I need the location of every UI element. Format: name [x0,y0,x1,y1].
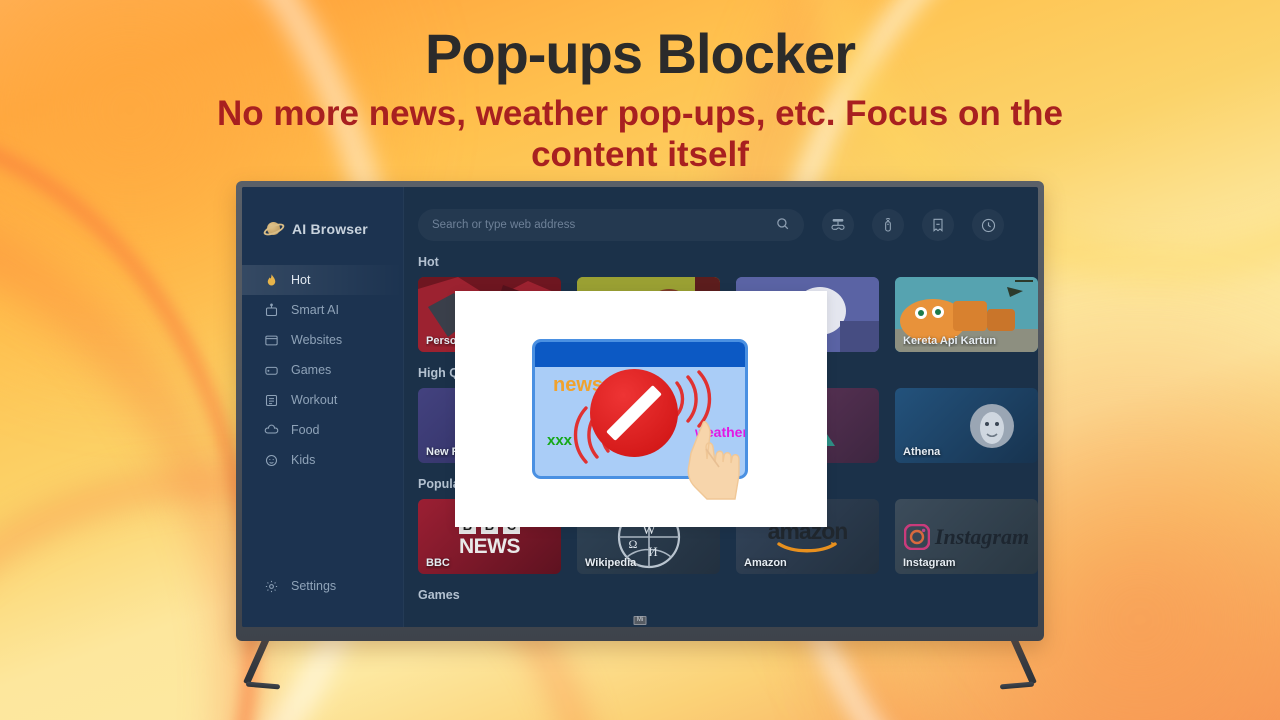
sidebar-item-settings[interactable]: Settings [242,571,403,601]
flame-icon [264,273,279,288]
popup-window-titlebar [535,342,745,367]
sidebar-item-label: Workout [291,392,338,407]
promo-banner: Pop-ups Blocker No more news, weather po… [0,0,1280,720]
sidebar-item-label: Food [291,422,320,437]
sidebar-item-label: Settings [291,578,337,593]
smiley-face-icon [264,453,279,468]
app-brand: AI Browser [242,215,403,243]
window-icon [264,333,279,348]
gear-icon [264,579,279,594]
section-title-hot: Hot [418,255,439,269]
page-subtitle: No more news, weather pop-ups, etc. Focu… [217,93,1063,175]
sidebar-item-label: Hot [291,272,311,287]
tv-leg-left [243,634,271,685]
tv-foot-left [245,681,281,690]
sidebar-item-hot[interactable]: Hot [242,265,403,295]
sidebar: AI Browser Hot Smart AI Websites Games W… [242,187,404,627]
sidebar-item-label: Websites [291,332,343,347]
tile[interactable]: Kereta Api Kartun [895,277,1038,352]
popup-word-xxx: xxx [547,432,573,449]
search-placeholder: Search or type web address [432,219,576,231]
history-clock-icon[interactable] [972,209,1004,241]
planet-icon [262,219,286,239]
tile[interactable]: Instagram Instagram [895,499,1038,574]
sidebar-item-smart-ai[interactable]: Smart AI [242,295,403,325]
tile-label: Kereta Api Kartun [903,335,997,347]
sidebar-item-games[interactable]: Games [242,355,403,385]
gamepad-icon [264,363,279,378]
browser-toolbar: Search or type web address [404,209,1038,241]
sidebar-item-label: Games [291,362,332,377]
pointing-hand-icon [681,419,745,501]
tile-label: BBC [426,557,450,569]
robot-icon [264,303,279,318]
bookmark-icon[interactable] [922,209,954,241]
app-brand-label: AI Browser [292,221,368,237]
sidebar-item-label: Smart AI [291,302,339,317]
sidebar-nav: Hot Smart AI Websites Games Workout Food… [242,265,403,475]
sidebar-item-kids[interactable]: Kids [242,445,403,475]
sidebar-item-food[interactable]: Food [242,415,403,445]
sidebar-footer: Settings [242,571,403,627]
tile-label: Amazon [744,557,787,569]
tile[interactable]: Athena [895,388,1038,463]
mi-brand-logo: Mi [633,616,647,625]
svg-text:Ω: Ω [628,537,637,551]
list-icon [264,393,279,408]
tile-label: Athena [903,446,941,458]
popup-illustration: news xxx weather [455,291,827,527]
remote-control-icon[interactable] [872,209,904,241]
vr-glasses-icon[interactable] [822,209,854,241]
sidebar-item-label: Kids [291,452,316,467]
search-icon[interactable] [775,216,790,234]
tile-label: Wikipedia [585,557,637,569]
tile-label: Instagram [903,557,956,569]
page-title: Pop-ups Blocker [425,22,856,85]
sidebar-item-websites[interactable]: Websites [242,325,403,355]
sidebar-item-workout[interactable]: Workout [242,385,403,415]
chef-hat-icon [264,423,279,438]
search-input[interactable]: Search or type web address [418,209,804,241]
section-title-games: Games [418,588,460,602]
headline-block: Pop-ups Blocker No more news, weather po… [0,22,1280,176]
no-entry-icon [590,369,678,457]
